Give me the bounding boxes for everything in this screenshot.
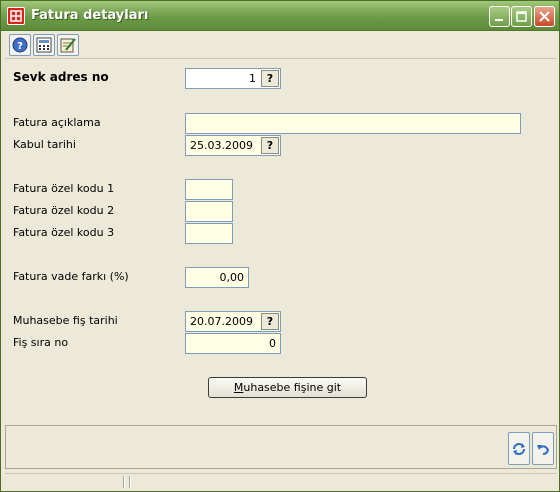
ozel-kodu-1-field[interactable] — [185, 179, 233, 200]
vade-farki-field[interactable]: 0,00 — [185, 267, 249, 288]
calculator-button[interactable] — [33, 34, 55, 56]
app-icon — [7, 7, 25, 25]
edit-button[interactable] — [57, 34, 79, 56]
maximize-icon — [516, 11, 527, 22]
status-separator — [129, 476, 131, 488]
undo-icon — [537, 445, 550, 455]
ozel-kodu-3-field[interactable] — [185, 223, 233, 244]
help-button[interactable]: ? — [9, 34, 31, 56]
ozel-kodu-2-label: Fatura özel kodu 2 — [13, 204, 115, 217]
kabul-tarihi-field[interactable]: 25.03.2009 ? — [185, 135, 281, 156]
toolbar: ? — [5, 32, 557, 59]
close-button[interactable] — [534, 6, 555, 27]
fis-sira-no-field[interactable]: 0 — [185, 333, 281, 354]
svg-text:?: ? — [17, 41, 23, 52]
ozel-kodu-2-field[interactable] — [185, 201, 233, 222]
muhasebe-fis-tarihi-value: 20.07.2009 — [190, 315, 253, 328]
muhasebe-button-mnemonic: M — [233, 381, 244, 394]
refresh-icon — [513, 443, 525, 455]
sevk-adres-no-value: 1 — [249, 72, 256, 85]
window-title: Fatura detayları — [31, 8, 149, 23]
close-icon — [539, 11, 550, 22]
vade-farki-label: Fatura vade farkı (%) — [13, 270, 129, 283]
kabul-tarihi-lookup-button[interactable]: ? — [261, 137, 279, 154]
sevk-adres-no-label: Sevk adres no — [13, 70, 109, 84]
minimize-button[interactable] — [489, 6, 510, 27]
muhasebe-fis-tarihi-lookup-button[interactable]: ? — [261, 313, 279, 330]
status-bar — [5, 473, 557, 489]
fatura-aciklama-field[interactable] — [185, 113, 521, 134]
undo-button[interactable] — [532, 432, 554, 465]
muhasebe-fis-tarihi-field[interactable]: 20.07.2009 ? — [185, 311, 281, 332]
muhasebe-fis-tarihi-label: Muhasebe fiş tarihi — [13, 314, 118, 327]
kabul-tarihi-value: 25.03.2009 — [190, 139, 253, 152]
muhasebe-button-label: uhasebe fişine git — [243, 381, 342, 394]
fis-sira-no-label: Fiş sıra no — [13, 336, 69, 349]
window: Fatura detayları ? Sevk adres no 1 ? Fat… — [0, 0, 560, 492]
calculator-icon — [36, 37, 52, 53]
ozel-kodu-1-label: Fatura özel kodu 1 — [13, 182, 115, 195]
maximize-button[interactable] — [511, 6, 532, 27]
sevk-adres-lookup-button[interactable]: ? — [261, 70, 279, 87]
bottom-panel — [5, 425, 557, 469]
fatura-aciklama-label: Fatura açıklama — [13, 116, 101, 129]
ozel-kodu-3-label: Fatura özel kodu 3 — [13, 226, 115, 239]
edit-icon — [60, 38, 76, 53]
refresh-button[interactable] — [508, 432, 530, 465]
status-separator — [123, 476, 125, 488]
title-bar[interactable]: Fatura detayları — [1, 1, 559, 31]
kabul-tarihi-label: Kabul tarihi — [13, 138, 76, 151]
help-icon: ? — [12, 37, 28, 53]
sevk-adres-no-field[interactable]: 1 ? — [185, 68, 281, 89]
minimize-icon — [495, 19, 503, 21]
muhasebe-fisine-git-button[interactable]: Muhasebe fişine git — [208, 377, 367, 398]
